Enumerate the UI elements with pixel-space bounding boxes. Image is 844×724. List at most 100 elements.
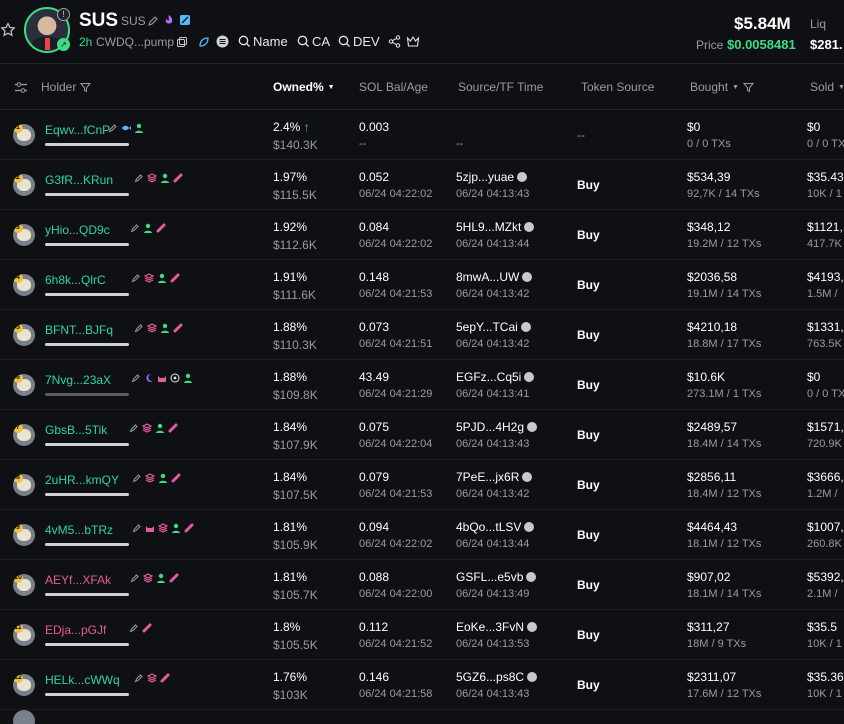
holder-address[interactable]: 6h8k...QlrC	[45, 273, 106, 287]
source-wallet[interactable]: 4bQo...tLSV	[456, 520, 535, 534]
stack-icon	[147, 173, 157, 183]
pill-icon	[168, 423, 178, 433]
user-icon	[156, 423, 164, 433]
edit-icon[interactable]	[134, 173, 144, 183]
edit-icon[interactable]	[147, 15, 159, 27]
holder-address[interactable]: Eqwv...fCnP	[45, 123, 110, 137]
filter-icon[interactable]	[742, 82, 754, 93]
bought-usd: $4210,18	[687, 320, 738, 334]
holder-address[interactable]: GbsB...5Tik	[45, 423, 107, 437]
edit-icon[interactable]	[130, 573, 140, 583]
edit-icon[interactable]	[131, 273, 141, 283]
token-name: SUS	[79, 10, 119, 31]
holder-share-bar	[45, 543, 129, 546]
star-icon[interactable]	[0, 22, 16, 38]
table-row[interactable]: 10 AEYf...XFAk 1.81% $105.7K 0.088 06/24…	[0, 560, 844, 610]
info-icon[interactable]: !	[57, 8, 70, 21]
edit-icon[interactable]	[129, 623, 139, 633]
edit-icon[interactable]	[130, 223, 140, 233]
filter-icon[interactable]	[80, 82, 92, 93]
sold-txs: 417.7K	[807, 238, 842, 250]
user-icon	[157, 573, 165, 583]
twitter-icon[interactable]	[179, 14, 191, 26]
arrow-up-icon: ↑	[303, 120, 310, 134]
holder-address[interactable]: 4vM5...bTRz	[45, 523, 113, 537]
holder-address[interactable]: G3fR...KRun	[45, 173, 113, 187]
col-holder[interactable]: Holder	[41, 80, 92, 94]
edit-icon[interactable]	[129, 423, 139, 433]
edit-icon[interactable]	[134, 673, 144, 683]
source-wallet[interactable]: 5GZ6...ps8C	[456, 670, 538, 684]
search-dev-button[interactable]: DEV	[338, 34, 380, 49]
holder-share-bar	[45, 143, 129, 146]
source-wallet[interactable]: 5PJD...4H2g	[456, 420, 538, 434]
col-sold[interactable]: Sold ▼	[810, 80, 844, 94]
holder-tags	[132, 473, 181, 483]
pill-icon	[170, 273, 180, 283]
source-wallet[interactable]: GSFL...e5vb	[456, 570, 537, 584]
table-row[interactable]: 8 2uHR...kmQY 1.84% $107.5K 0.079 06/24 …	[0, 460, 844, 510]
source-wallet[interactable]: EGFz...Cq5i	[456, 370, 535, 384]
fire-icon	[165, 15, 173, 24]
sort-caret-icon: ▼	[732, 83, 739, 91]
search-ca-button[interactable]: CA	[297, 34, 330, 49]
source-wallet[interactable]: 8mwA...UW	[456, 270, 533, 284]
col-bought[interactable]: Bought ▼	[690, 80, 754, 94]
owned-usd: $105.7K	[273, 588, 318, 602]
table-row[interactable]: 2 G3fR...KRun 1.97% $115.5K 0.052 06/24 …	[0, 160, 844, 210]
leaf-icon[interactable]	[198, 36, 210, 48]
holder-address[interactable]: HELk...cWWq	[45, 673, 120, 687]
col-sol-bal-age[interactable]: SOL Bal/Age	[359, 80, 428, 94]
sol-age: 06/24 04:21:53	[359, 488, 433, 500]
table-row[interactable]: 4 6h8k...QlrC 1.91% $111.6K 0.148 06/24 …	[0, 260, 844, 310]
sort-caret-icon: ▼	[327, 83, 335, 91]
crown-icon[interactable]	[406, 35, 420, 48]
table-row[interactable]: 12 HELk...cWWq 1.76% $103K 0.146 06/24 0…	[0, 660, 844, 710]
share-icon[interactable]	[388, 35, 401, 48]
table-row[interactable]: 1 Eqwv...fCnP 2.4% ↑ $140.3K 0.003 -- --…	[0, 110, 844, 160]
edit-icon[interactable]	[108, 123, 118, 133]
token-header: ! ↗ SUS SUS 2h CWDQ...pump Name CA DEV $…	[0, 0, 844, 64]
source-time: 06/24 04:13:44	[456, 538, 530, 550]
source-wallet[interactable]: EoKe...3FvN	[456, 620, 538, 634]
edit-icon[interactable]	[134, 323, 144, 333]
edit-icon[interactable]	[131, 373, 141, 383]
table-row[interactable]: 6 7Nvg...23aX 1.88% $109.8K 43.49 06/24 …	[0, 360, 844, 410]
user-icon	[161, 173, 169, 183]
col-source-tf-time[interactable]: Source/TF Time	[458, 80, 543, 94]
source-wallet[interactable]: 5HL9...MZkt	[456, 220, 535, 234]
table-row[interactable]: 11 EDja...pGJf 1.8% $105.5K 0.112 06/24 …	[0, 610, 844, 660]
settings-sliders-icon[interactable]	[14, 81, 28, 94]
table-row[interactable]: 7 GbsB...5Tik 1.84% $107.9K 0.075 06/24 …	[0, 410, 844, 460]
holder-address[interactable]: EDja...pGJf	[45, 623, 106, 637]
menu-circle-icon[interactable]	[216, 35, 229, 48]
holder-address[interactable]: AEYf...XFAk	[45, 573, 111, 587]
col-token-source[interactable]: Token Source	[581, 80, 654, 94]
contract-address[interactable]: CWDQ...pump	[96, 35, 174, 49]
edit-icon[interactable]	[132, 523, 142, 533]
sol-balance: 0.079	[359, 470, 390, 484]
table-row[interactable]: 5 BFNT...BJFq 1.88% $110.3K 0.073 06/24 …	[0, 310, 844, 360]
token-source: Buy	[577, 678, 600, 692]
table-row[interactable]: 3 yHio...QD9c 1.92% $112.6K 0.084 06/24 …	[0, 210, 844, 260]
holder-address[interactable]: BFNT...BJFq	[45, 323, 113, 337]
holder-address[interactable]: yHio...QD9c	[45, 223, 110, 237]
stack-icon	[142, 423, 152, 433]
copy-icon[interactable]	[176, 36, 188, 48]
source-wallet[interactable]: 5zjp...yuae	[456, 170, 528, 184]
owned-usd: $103K	[273, 688, 308, 702]
owned-percent: 2.4% ↑	[273, 120, 310, 134]
coin-icon	[522, 272, 533, 282]
search-name-button[interactable]: Name	[238, 34, 288, 49]
edit-icon[interactable]	[132, 473, 142, 483]
table-row[interactable]: 9 4vM5...bTRz 1.81% $105.9K 0.094 06/24 …	[0, 510, 844, 560]
search-icon	[297, 35, 310, 48]
col-owned[interactable]: Owned% ▼	[273, 80, 335, 94]
pill-icon	[184, 523, 194, 533]
holder-address[interactable]: 7Nvg...23aX	[45, 373, 111, 387]
holder-address[interactable]: 2uHR...kmQY	[45, 473, 119, 487]
bought-txs: 18.4M / 14 TXs	[687, 438, 762, 450]
source-wallet[interactable]: 7PeE...jx6R	[456, 470, 533, 484]
holder-avatar: 11	[13, 624, 35, 646]
source-wallet[interactable]: 5epY...TCai	[456, 320, 531, 334]
